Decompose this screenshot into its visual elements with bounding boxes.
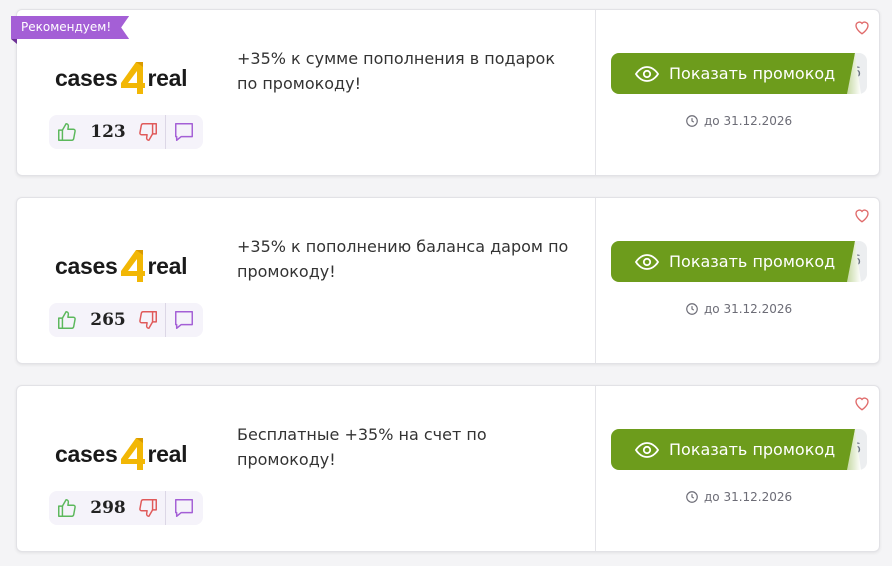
brand-logo-left: cases xyxy=(55,64,118,91)
thumbs-up-icon[interactable] xyxy=(49,121,85,143)
thumbs-up-icon[interactable] xyxy=(49,309,85,331)
comment-icon[interactable] xyxy=(166,497,202,519)
eye-icon xyxy=(635,65,659,83)
comment-icon[interactable] xyxy=(166,309,202,331)
clock-icon xyxy=(685,114,699,128)
offer-description: Бесплатные +35% на счет по промокоду! xyxy=(237,425,487,469)
offer-description: +35% к сумме пополнения в подарок по про… xyxy=(237,49,555,93)
expiry-text: до 31.12.2026 xyxy=(704,114,793,128)
vote-panel: 123 xyxy=(49,115,203,149)
brand-logo-left: cases xyxy=(55,440,118,467)
promo-reveal: 6 Показать промокод xyxy=(611,429,867,470)
brand-logo[interactable]: cases real xyxy=(55,58,205,98)
vote-panel: 265 xyxy=(49,303,203,337)
brand-logo-right: real xyxy=(147,252,188,279)
badge-fold xyxy=(11,39,17,44)
recommended-badge: Рекомендуем! xyxy=(11,16,129,39)
card-divider xyxy=(595,10,596,175)
brand-logo-left: cases xyxy=(55,252,118,279)
expiry-date: до 31.12.2026 xyxy=(685,490,792,504)
logo-mark-icon xyxy=(121,62,146,94)
expiry-text: до 31.12.2026 xyxy=(704,302,793,316)
logo-mark-icon xyxy=(121,250,146,282)
promo-reveal: 6 Показать промокод xyxy=(611,53,867,94)
promo-reveal: 6 Показать промокод xyxy=(611,241,867,282)
card-divider xyxy=(595,198,596,363)
comment-icon[interactable] xyxy=(166,121,202,143)
thumbs-down-icon[interactable] xyxy=(131,121,165,143)
logo-mark-icon xyxy=(121,438,146,470)
brand-logo-right: real xyxy=(147,64,188,91)
brand-logo-right: real xyxy=(147,440,188,467)
thumbs-down-icon[interactable] xyxy=(131,497,165,519)
show-promocode-label: Показать промокод xyxy=(669,252,836,271)
eye-icon xyxy=(635,441,659,459)
expiry-date: до 31.12.2026 xyxy=(685,302,792,316)
thumbs-down-icon[interactable] xyxy=(131,309,165,331)
vote-panel: 298 xyxy=(49,491,203,525)
show-promocode-label: Показать промокод xyxy=(669,440,836,459)
vote-count: 298 xyxy=(90,498,126,518)
heart-icon[interactable] xyxy=(853,18,871,36)
card-divider xyxy=(595,386,596,551)
vote-count: 123 xyxy=(90,122,126,142)
offer-card: Рекомендуем! cases real 123 +35% к сумме… xyxy=(11,9,880,176)
heart-icon[interactable] xyxy=(853,394,871,412)
show-promocode-button[interactable]: Показать промокод xyxy=(611,429,855,470)
clock-icon xyxy=(685,302,699,316)
vote-count: 265 xyxy=(90,310,126,330)
expiry-date: до 31.12.2026 xyxy=(685,114,792,128)
thumbs-up-icon[interactable] xyxy=(49,497,85,519)
clock-icon xyxy=(685,490,699,504)
offer-card: cases real 298 Бесплатные +35% на счет п… xyxy=(16,385,880,552)
show-promocode-button[interactable]: Показать промокод xyxy=(611,53,855,94)
show-promocode-button[interactable]: Показать промокод xyxy=(611,241,855,282)
expiry-text: до 31.12.2026 xyxy=(704,490,793,504)
offer-description: +35% к пополнению баланса даром по промо… xyxy=(237,237,569,281)
brand-logo[interactable]: cases real xyxy=(55,246,205,286)
offer-card: cases real 265 +35% к пополнению баланса… xyxy=(16,197,880,364)
show-promocode-label: Показать промокод xyxy=(669,64,836,83)
heart-icon[interactable] xyxy=(853,206,871,224)
brand-logo[interactable]: cases real xyxy=(55,434,205,474)
eye-icon xyxy=(635,253,659,271)
